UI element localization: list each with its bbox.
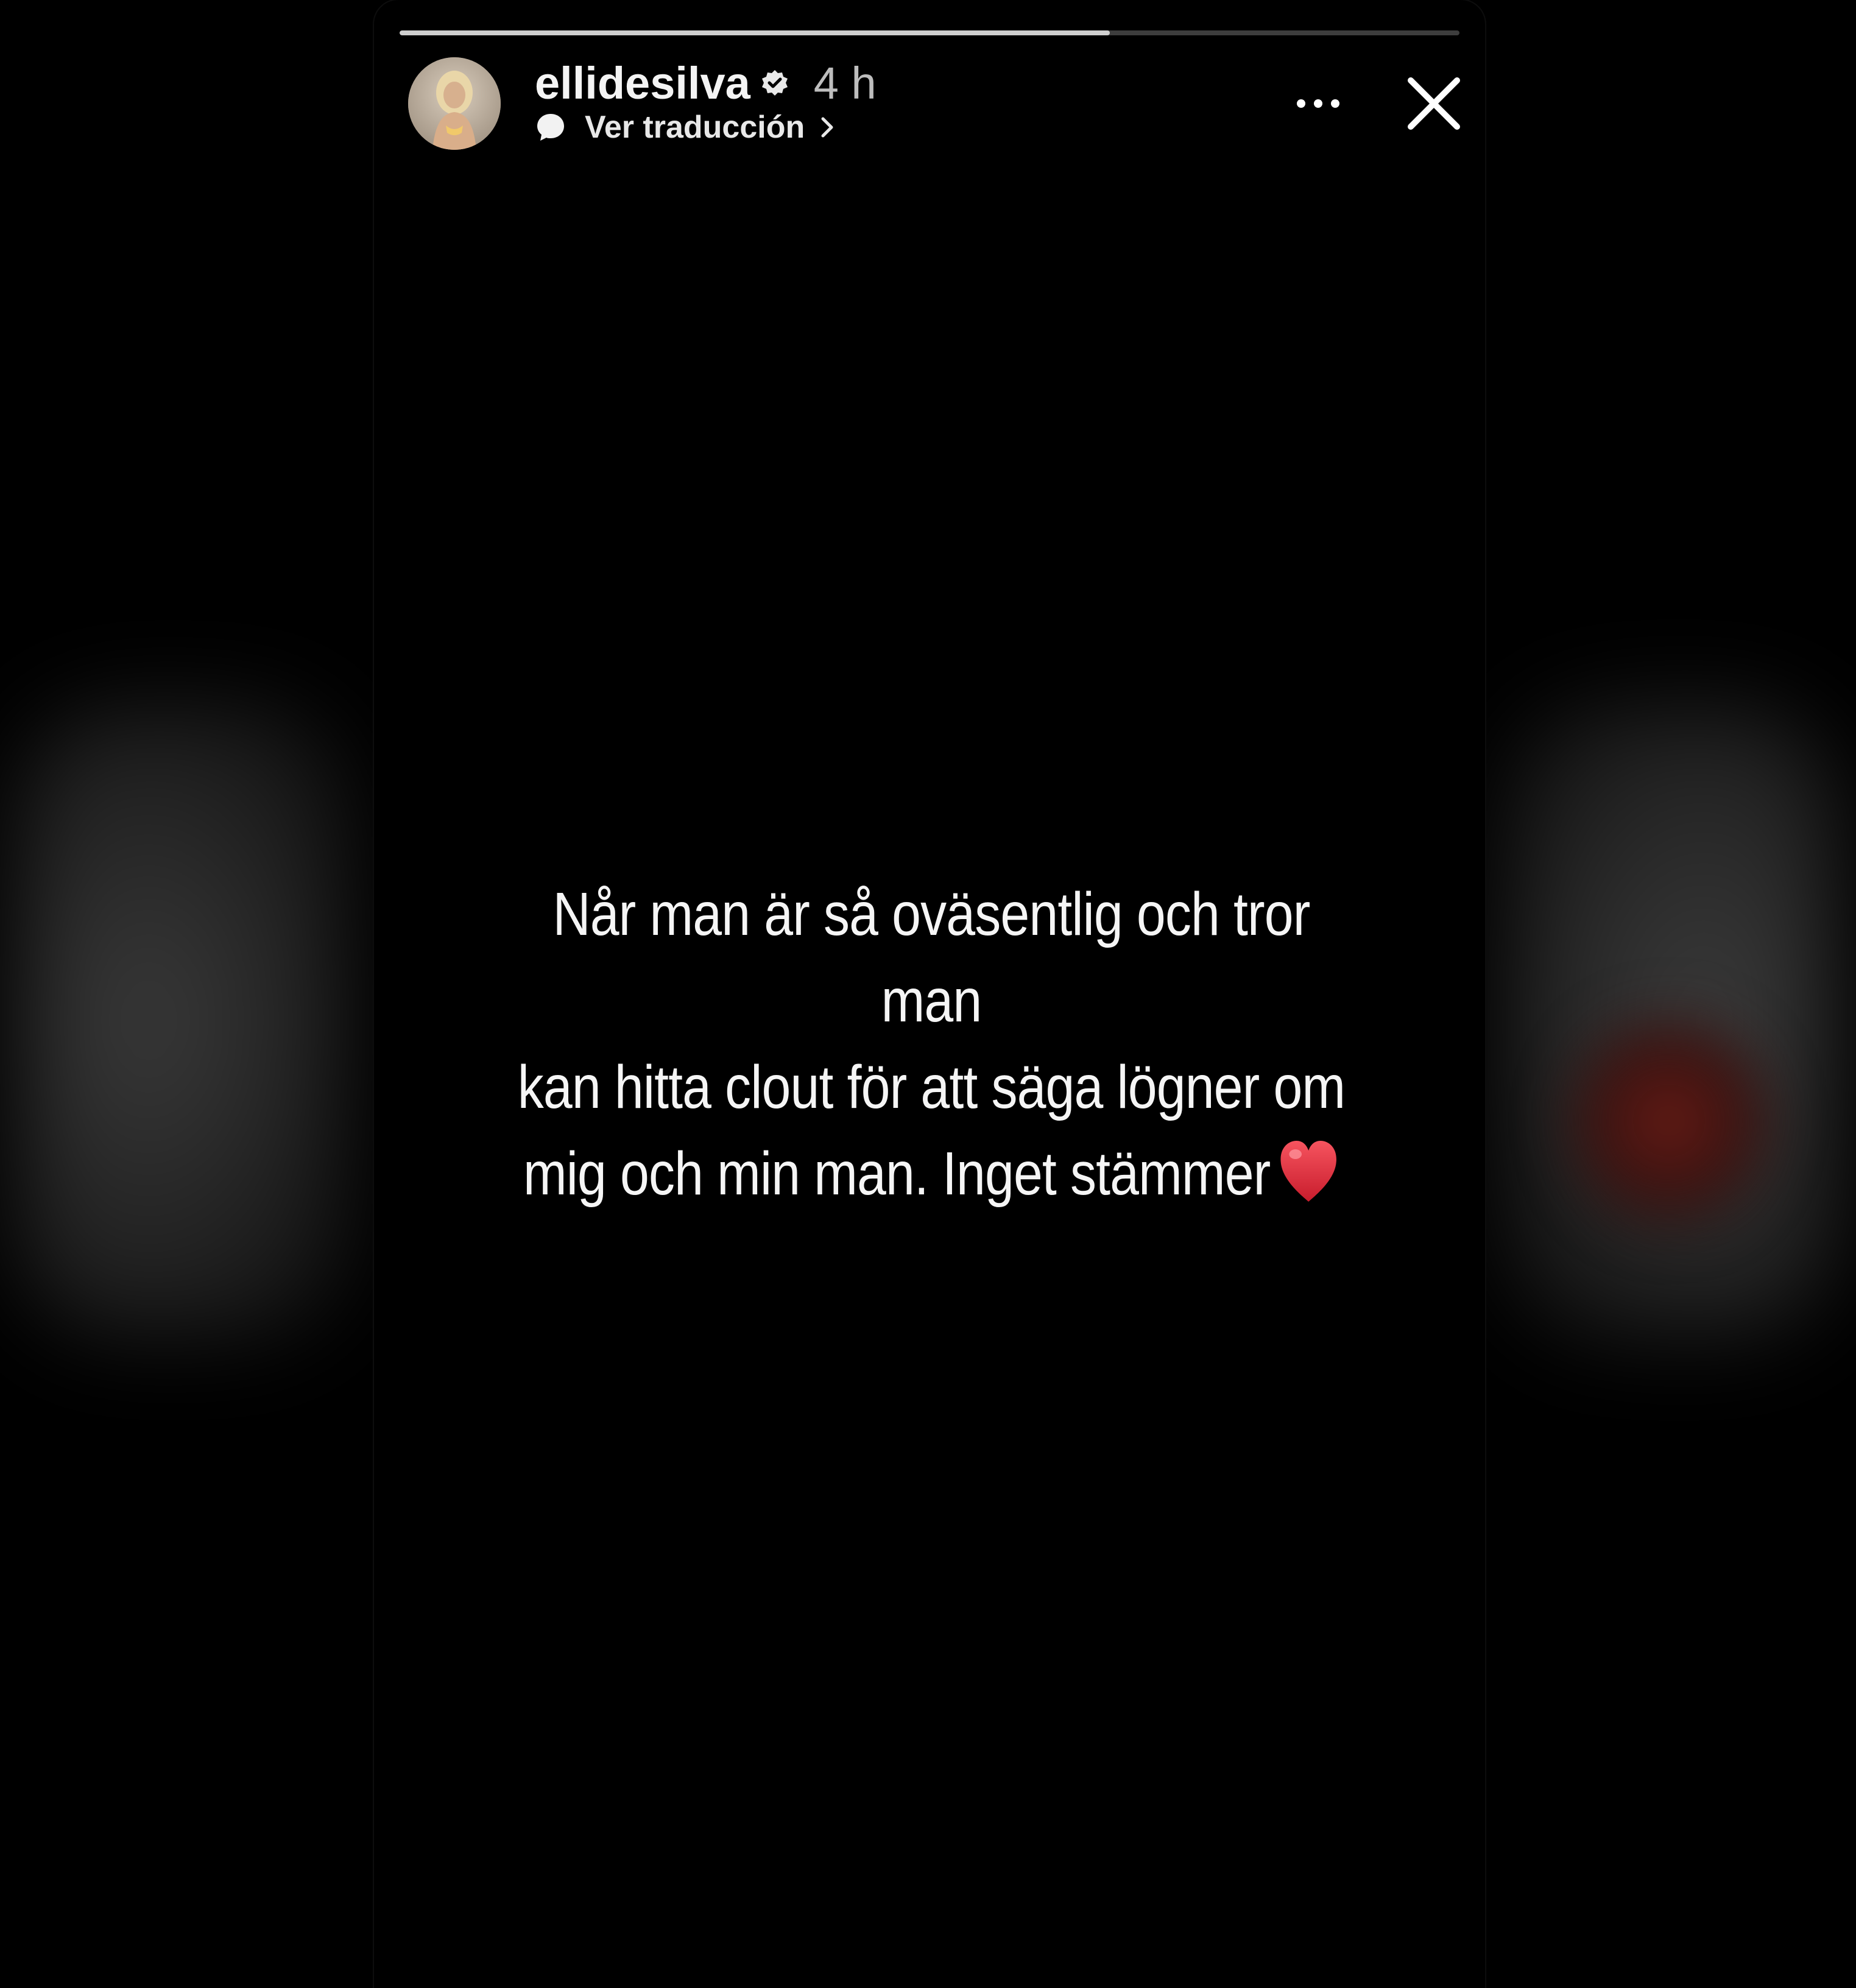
more-dots-icon xyxy=(1331,99,1339,108)
username[interactable]: ellidesilva xyxy=(535,57,750,109)
speech-bubble-icon xyxy=(537,114,564,141)
next-story-heart-glow xyxy=(1559,1005,1779,1236)
story-viewer: ellidesilva 4 h Ver traducción Når man ä… xyxy=(0,0,1856,1988)
heart-emoji-icon xyxy=(1280,1141,1336,1202)
verified-badge-icon xyxy=(761,70,788,96)
story-text: Når man är så oväsentlig och tror man ka… xyxy=(499,871,1364,1217)
avatar-photo xyxy=(408,57,501,150)
story-progress-bar xyxy=(400,30,1459,35)
see-translation-link[interactable]: Ver traducción xyxy=(535,105,836,150)
story-text-line-last: mig och min man. Inget stämmer xyxy=(499,1130,1364,1217)
story-timestamp: 4 h xyxy=(813,57,877,108)
more-dots-icon xyxy=(1297,99,1305,108)
story-text-line: kan hitta clout för att säga lögner om xyxy=(517,1053,1346,1121)
story-card[interactable]: ellidesilva 4 h Ver traducción Når man ä… xyxy=(374,0,1485,1988)
story-text-line: mig och min man. Inget stämmer xyxy=(523,1140,1271,1208)
chevron-right-icon xyxy=(821,117,833,138)
previous-story-preview[interactable] xyxy=(12,700,353,1340)
story-text-line: Når man är så oväsentlig och tror man xyxy=(552,880,1310,1035)
avatar[interactable] xyxy=(408,57,501,150)
more-options-button[interactable] xyxy=(1288,79,1349,128)
see-translation-label[interactable]: Ver traducción xyxy=(585,109,805,146)
story-progress-fill xyxy=(400,30,1110,35)
more-dots-icon xyxy=(1314,99,1322,108)
story-author[interactable]: ellidesilva 4 h xyxy=(535,52,877,113)
close-icon[interactable] xyxy=(1397,67,1470,140)
